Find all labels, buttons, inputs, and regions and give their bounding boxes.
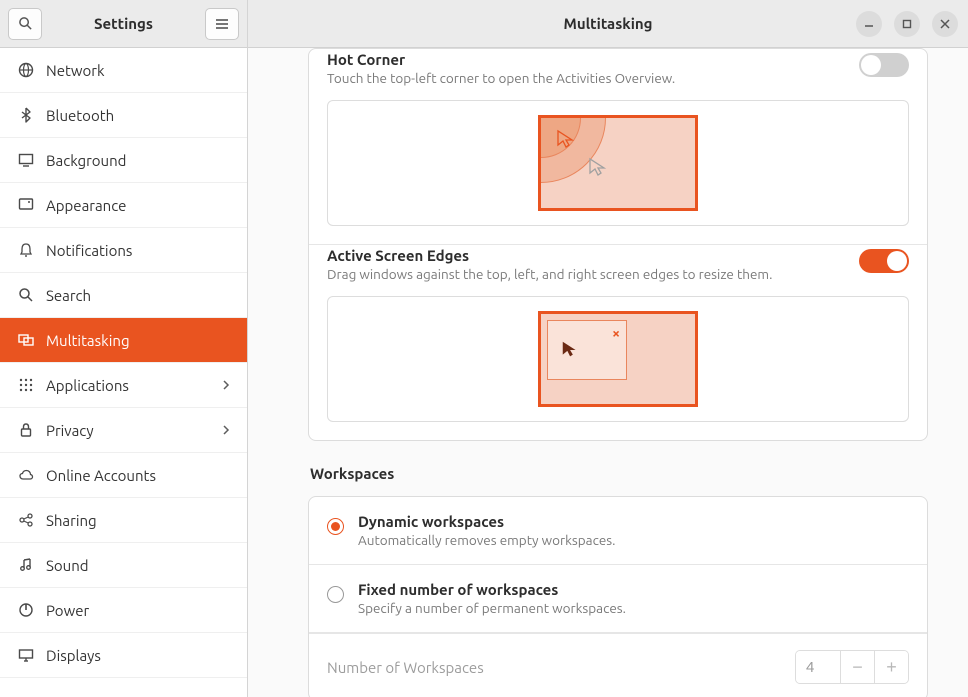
sidebar-item-label: Bluetooth [46, 107, 114, 124]
share-icon [16, 512, 36, 528]
sidebar-item-appearance[interactable]: Appearance [0, 183, 247, 228]
apps-icon [16, 377, 36, 393]
sidebar-item-label: Search [46, 287, 91, 304]
window-controls [856, 11, 958, 37]
active-edges-desc: Drag windows against the top, left, and … [327, 266, 859, 282]
sidebar-item-sound[interactable]: Sound [0, 543, 247, 588]
increment-button[interactable]: + [874, 651, 908, 683]
sidebar-item-label: Notifications [46, 242, 132, 259]
multitask-icon [16, 332, 36, 348]
active-edges-row: Active Screen Edges Drag windows against… [309, 245, 927, 440]
radio-dynamic[interactable] [327, 518, 344, 535]
sidebar-item-label: Power [46, 602, 89, 619]
hot-corner-row: Hot Corner Touch the top-left corner to … [309, 49, 927, 245]
sidebar-list[interactable]: Network Bluetooth Background Appearance Noti… [0, 48, 247, 697]
sidebar-header: Settings [0, 0, 247, 48]
active-edges-toggle[interactable] [859, 249, 909, 273]
sidebar-item-sharing[interactable]: Sharing [0, 498, 247, 543]
sidebar-item-multitasking[interactable]: Multitasking [0, 318, 247, 363]
search-button[interactable] [8, 8, 42, 40]
content-area[interactable]: Hot Corner Touch the top-left corner to … [248, 48, 968, 697]
number-of-workspaces-row: Number of Workspaces − + [309, 633, 927, 697]
sidebar-item-label: Displays [46, 647, 101, 664]
power-icon [16, 602, 36, 618]
chevron-right-icon [221, 380, 231, 390]
num-workspaces-input[interactable] [796, 651, 840, 683]
hot-corner-desc: Touch the top-left corner to open the Ac… [327, 70, 859, 86]
sidebar-item-label: Privacy [46, 422, 94, 439]
radio-fixed[interactable] [327, 586, 344, 603]
lock-icon [16, 422, 36, 438]
hot-corner-illustration [327, 100, 909, 226]
close-icon [940, 19, 950, 29]
close-button[interactable] [932, 11, 958, 37]
dynamic-desc: Automatically removes empty workspaces. [358, 532, 909, 548]
sidebar-item-bluetooth[interactable]: Bluetooth [0, 93, 247, 138]
sidebar-item-search[interactable]: Search [0, 273, 247, 318]
minimize-button[interactable] [856, 11, 882, 37]
sidebar-item-displays[interactable]: Displays [0, 633, 247, 678]
sidebar-item-label: Appearance [46, 197, 126, 214]
sidebar-item-label: Sharing [46, 512, 97, 529]
decrement-button[interactable]: − [840, 651, 874, 683]
search-icon [18, 16, 33, 31]
hamburger-icon [215, 17, 229, 31]
dynamic-title: Dynamic workspaces [358, 513, 909, 530]
sidebar-item-label: Network [46, 62, 105, 79]
sidebar: Settings Network Bluetooth Background Appea… [0, 0, 248, 697]
active-edges-illustration: × [327, 296, 909, 422]
sidebar-item-privacy[interactable]: Privacy [0, 408, 247, 453]
sidebar-item-label: Online Accounts [46, 467, 156, 484]
fixed-title: Fixed number of workspaces [358, 581, 909, 598]
sidebar-title: Settings [50, 15, 197, 32]
close-x-icon: × [612, 325, 620, 341]
globe-icon [16, 62, 36, 78]
page-title: Multitasking [564, 15, 653, 32]
workspaces-card: Dynamic workspaces Automatically removes… [308, 496, 928, 697]
cloud-icon [16, 467, 36, 483]
workspaces-section-title: Workspaces [310, 465, 928, 482]
dynamic-workspaces-option[interactable]: Dynamic workspaces Automatically removes… [309, 497, 927, 565]
search-icon [16, 287, 36, 303]
sidebar-item-label: Background [46, 152, 126, 169]
sidebar-item-applications[interactable]: Applications [0, 363, 247, 408]
menu-button[interactable] [205, 8, 239, 40]
sidebar-item-notifications[interactable]: Notifications [0, 228, 247, 273]
sidebar-item-label: Applications [46, 377, 129, 394]
music-icon [16, 557, 36, 573]
fixed-desc: Specify a number of permanent workspaces… [358, 600, 909, 616]
maximize-icon [902, 19, 912, 29]
sidebar-item-power[interactable]: Power [0, 588, 247, 633]
sidebar-item-background[interactable]: Background [0, 138, 247, 183]
screen-icon [16, 197, 36, 213]
sidebar-item-label: Sound [46, 557, 89, 574]
num-workspaces-stepper[interactable]: − + [795, 650, 909, 684]
general-card: Hot Corner Touch the top-left corner to … [308, 48, 928, 441]
sidebar-item-network[interactable]: Network [0, 48, 247, 93]
num-workspaces-label: Number of Workspaces [327, 659, 795, 676]
cursor-fill-icon [560, 339, 582, 361]
sidebar-item-online-accounts[interactable]: Online Accounts [0, 453, 247, 498]
main-header: Multitasking [248, 0, 968, 48]
maximize-button[interactable] [894, 11, 920, 37]
hot-corner-title: Hot Corner [327, 51, 859, 68]
cursor-outline-icon [587, 156, 611, 180]
sidebar-item-label: Multitasking [46, 332, 130, 349]
bell-icon [16, 242, 36, 258]
desktop-icon [16, 152, 36, 168]
cursor-outline-icon [555, 128, 579, 152]
main-panel: Multitasking Hot Corner [248, 0, 968, 697]
chevron-right-icon [221, 425, 231, 435]
hot-corner-toggle[interactable] [859, 53, 909, 77]
bluetooth-icon [16, 107, 36, 123]
display-icon [16, 647, 36, 663]
active-edges-title: Active Screen Edges [327, 247, 859, 264]
fixed-workspaces-option[interactable]: Fixed number of workspaces Specify a num… [309, 565, 927, 633]
minimize-icon [864, 19, 874, 29]
